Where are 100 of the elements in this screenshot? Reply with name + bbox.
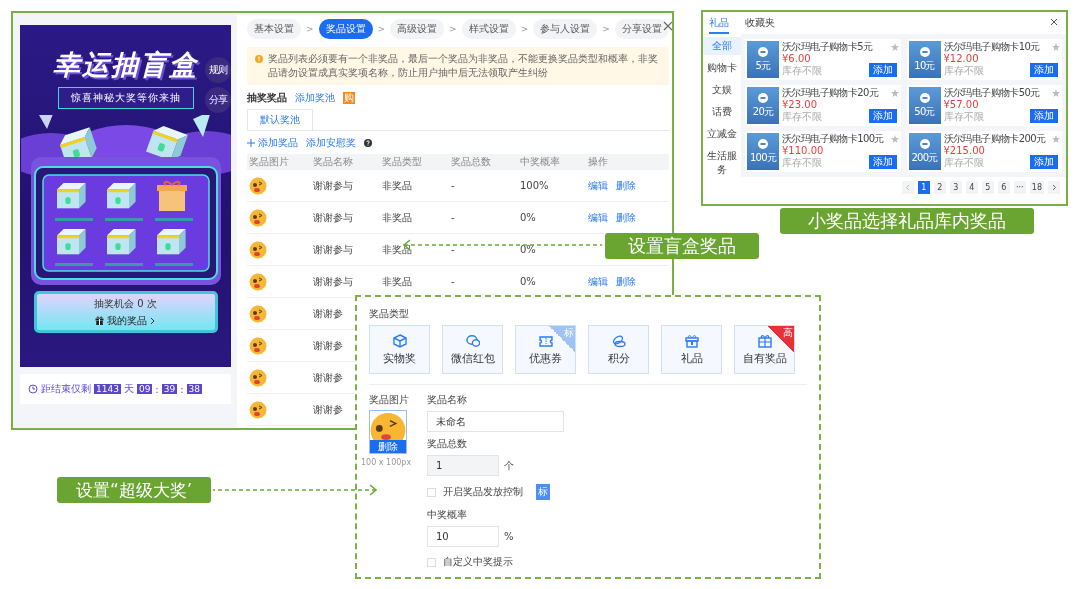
countdown-text: : bbox=[155, 383, 159, 395]
table-cell: - bbox=[451, 276, 455, 287]
delete-image-button[interactable]: 删除 bbox=[370, 440, 406, 453]
prize-type-option[interactable]: 积分 bbox=[588, 325, 649, 374]
card-value: 20元 bbox=[752, 104, 774, 119]
table-cell: 0% bbox=[520, 212, 536, 223]
gift-stock: 库存不限 bbox=[943, 111, 984, 123]
callout-label: 设置盲盒奖品 bbox=[605, 233, 759, 259]
table-cell: - bbox=[451, 244, 455, 255]
rules-button[interactable]: 规则 bbox=[205, 57, 231, 83]
checkbox-label: 自定义中奖提示 bbox=[443, 555, 513, 569]
prize-thumbnail-icon bbox=[249, 400, 267, 419]
step-tab[interactable]: 参与人设置 bbox=[533, 19, 598, 39]
page-button[interactable]: 6 bbox=[997, 181, 1010, 194]
prize-type-option[interactable]: 实物奖 bbox=[369, 325, 430, 374]
star-icon bbox=[1052, 43, 1060, 51]
table-cell: 谢谢参 bbox=[313, 402, 343, 417]
clock-icon bbox=[28, 384, 38, 394]
prize-type-option[interactable]: 礼品 bbox=[661, 325, 722, 374]
star-icon bbox=[1052, 89, 1060, 97]
checkbox-label: 开启奖品发放控制 bbox=[443, 485, 523, 499]
prize-thumbnail-icon bbox=[249, 208, 267, 227]
gift-name: 沃尔玛电子购物卡20元 bbox=[782, 87, 879, 99]
table-cell: 非奖品 bbox=[382, 274, 412, 289]
row-action-link[interactable]: 删除 bbox=[616, 274, 636, 289]
section-label: 奖品类型 bbox=[369, 307, 410, 320]
column-header: 奖品名称 bbox=[313, 155, 353, 169]
add-button[interactable]: 添加 bbox=[1030, 155, 1058, 169]
checkbox[interactable] bbox=[427, 557, 436, 567]
countdown-value: 09 bbox=[136, 384, 153, 394]
prize-thumbnail-icon bbox=[249, 368, 267, 387]
category-item[interactable]: 立减金 bbox=[703, 125, 741, 143]
chevron-right-icon[interactable] bbox=[1048, 181, 1060, 194]
step-tab[interactable]: 奖品设置 bbox=[318, 19, 373, 39]
page-button[interactable]: 2 bbox=[933, 181, 946, 194]
cube-icon bbox=[392, 333, 407, 348]
category-item[interactable]: 生活服务 bbox=[703, 147, 741, 179]
section-label: 抽奖奖品 bbox=[247, 91, 287, 105]
name-field[interactable]: 未命名 bbox=[427, 411, 564, 432]
step-tab[interactable]: 高级设置 bbox=[390, 19, 445, 39]
share-button[interactable]: 分享 bbox=[205, 87, 231, 113]
gift-icon bbox=[95, 316, 104, 325]
gift-icon bbox=[757, 333, 772, 348]
card-value: 5元 bbox=[755, 58, 771, 73]
step-tab[interactable]: 样式设置 bbox=[461, 19, 516, 39]
page-button[interactable]: 18 bbox=[1029, 181, 1044, 194]
table-cell: 谢谢参与 bbox=[313, 178, 353, 193]
table-cell: 谢谢参与 bbox=[313, 242, 353, 257]
page-button[interactable]: 3 bbox=[949, 181, 962, 194]
prize-type-option[interactable]: 微信红包 bbox=[442, 325, 503, 374]
row-action-link[interactable]: 删除 bbox=[616, 178, 636, 193]
countdown-value: 1143 bbox=[94, 384, 121, 394]
page-button[interactable]: 5 bbox=[981, 181, 994, 194]
add-button[interactable]: 添加 bbox=[868, 155, 897, 169]
step-separator: > bbox=[449, 24, 457, 34]
category-item[interactable]: 文娱 bbox=[703, 81, 741, 99]
row-action-link[interactable]: 编辑 bbox=[588, 210, 608, 225]
add-pool-link[interactable]: 添加奖池 bbox=[295, 91, 335, 105]
add-prize-link[interactable]: 添加奖品 bbox=[247, 136, 298, 150]
close-icon[interactable] bbox=[1050, 18, 1058, 26]
pool-tab[interactable]: 默认奖池 bbox=[247, 109, 313, 130]
total-field[interactable]: 1 bbox=[427, 455, 499, 476]
add-button[interactable]: 添加 bbox=[1030, 109, 1058, 123]
gift-name: 沃尔玛电子购物卡5元 bbox=[782, 41, 873, 53]
column-header: 奖品图片 bbox=[249, 155, 289, 169]
tag-badge: 标 bbox=[536, 484, 550, 500]
page-button[interactable]: 1 bbox=[917, 181, 930, 194]
row-action-link[interactable]: 编辑 bbox=[588, 178, 608, 193]
row-action-link[interactable]: 删除 bbox=[616, 210, 636, 225]
gift-tab[interactable]: 礼品 bbox=[709, 15, 729, 34]
row-action-link[interactable]: 编辑 bbox=[588, 274, 608, 289]
gift-name: 沃尔玛电子购物卡50元 bbox=[943, 87, 1040, 99]
step-tab[interactable]: 基本设置 bbox=[247, 19, 301, 39]
gift-price: ¥215.00 bbox=[943, 145, 985, 157]
page-button[interactable]: ··· bbox=[1013, 181, 1026, 194]
category-item[interactable]: 话费 bbox=[703, 103, 741, 121]
gift-tab[interactable]: 收藏夹 bbox=[745, 15, 775, 34]
close-icon[interactable] bbox=[662, 21, 672, 31]
probability-field[interactable]: 10 bbox=[427, 526, 499, 547]
add-button[interactable]: 添加 bbox=[868, 63, 897, 77]
add-button[interactable]: 添加 bbox=[1030, 63, 1058, 77]
logo-circle-icon bbox=[919, 92, 930, 103]
prize-thumbnail-icon bbox=[249, 176, 267, 195]
category-item[interactable]: 全部 bbox=[703, 37, 741, 55]
my-prizes-link[interactable]: 我的奖品 bbox=[95, 313, 156, 328]
gift-name: 沃尔玛电子购物卡200元 bbox=[943, 133, 1046, 145]
card-value: 100元 bbox=[750, 150, 776, 165]
prize-thumbnail-icon bbox=[370, 411, 406, 440]
add-consolation-link[interactable]: 添加安慰奖 bbox=[306, 136, 356, 150]
gift-stock: 库存不限 bbox=[782, 157, 822, 169]
checkbox[interactable] bbox=[427, 487, 436, 497]
pool-badge: 购 bbox=[343, 92, 355, 104]
prize-thumbnail-icon bbox=[249, 304, 267, 323]
star-icon bbox=[890, 89, 899, 97]
add-button[interactable]: 添加 bbox=[868, 109, 897, 123]
gift-price: ¥12.00 bbox=[943, 53, 979, 65]
step-tab[interactable]: 分享设置 bbox=[614, 19, 669, 39]
category-item[interactable]: 购物卡 bbox=[703, 59, 741, 77]
chat-icon bbox=[465, 333, 480, 348]
page-button[interactable]: 4 bbox=[965, 181, 978, 194]
